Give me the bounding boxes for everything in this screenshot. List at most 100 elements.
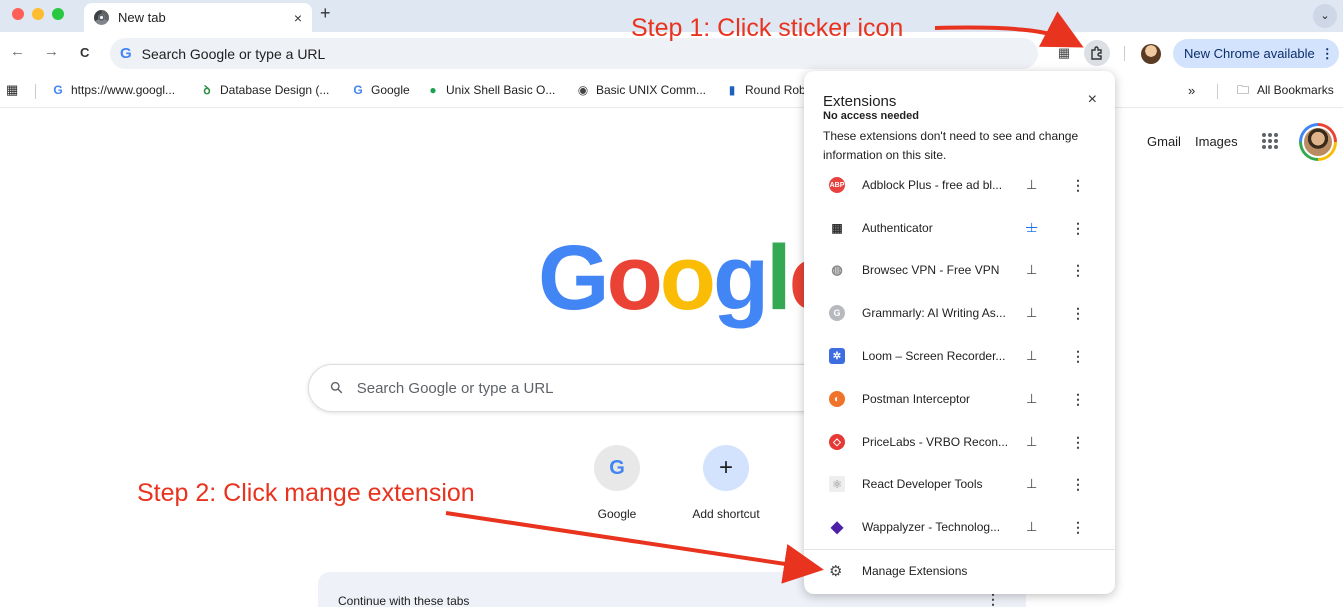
loom-icon: ✲ — [829, 348, 845, 364]
zoom-window-button[interactable] — [52, 8, 64, 20]
tab-close-button[interactable]: × — [294, 10, 302, 26]
adblock-icon: ABP — [829, 177, 845, 193]
all-bookmarks-button[interactable]: 🗀 All Bookmarks — [1235, 83, 1334, 97]
search-icon: ⚲ — [327, 378, 348, 399]
google-g-icon: G — [594, 445, 640, 491]
google-g-icon: G — [53, 83, 63, 97]
extensions-popup: Extensions × No access needed These exte… — [804, 71, 1115, 594]
account-avatar[interactable] — [1299, 123, 1337, 161]
pin-icon[interactable]: ⊥ — [1026, 305, 1037, 321]
toolbar-separator — [1124, 46, 1125, 61]
authenticator-qr-icon[interactable]: ▦ — [1051, 40, 1077, 66]
unix-icon: ● — [429, 83, 437, 97]
chart-icon: ▮ — [728, 83, 736, 97]
chrome-menu-icon[interactable]: ⋮ — [1321, 46, 1334, 62]
reload-button[interactable]: C — [80, 45, 89, 60]
unpin-icon[interactable]: ⊥ — [1026, 220, 1037, 236]
manage-extensions-button[interactable]: ⚙ Manage Extensions — [804, 551, 1115, 591]
tab-title: New tab — [118, 10, 166, 25]
extension-name: Loom – Screen Recorder... — [862, 349, 1006, 363]
update-label: New Chrome available — [1184, 46, 1315, 61]
extension-row[interactable]: ✲ Loom – Screen Recorder... ⊥ ⋮ — [804, 335, 1115, 377]
bookmark-item[interactable]: Ghttps://www.googl... — [51, 83, 175, 97]
minimize-window-button[interactable] — [32, 8, 44, 20]
bookmarks-separator — [1217, 84, 1218, 99]
more-options-icon[interactable]: ⋮ — [1071, 434, 1085, 451]
bookmark-item[interactable]: ● Unix Shell Basic O... — [426, 83, 555, 97]
pricelabs-icon: ◇ — [829, 434, 845, 450]
shortcut-google[interactable]: G Google — [567, 445, 667, 521]
bookmarks-bar: ▦ Ghttps://www.googl... ꝺ Database Design… — [0, 74, 1343, 108]
gmail-link[interactable]: Gmail — [1147, 134, 1181, 149]
bookmark-item[interactable]: ▮ Round Rob — [725, 83, 806, 97]
bookmark-item[interactable]: ◉ Basic UNIX Comm... — [576, 83, 706, 97]
pin-icon[interactable]: ⊥ — [1026, 262, 1037, 278]
profile-avatar-small[interactable] — [1141, 44, 1161, 64]
extension-row[interactable]: G Grammarly: AI Writing As... ⊥ ⋮ — [804, 292, 1115, 334]
shortcut-label: Google — [597, 507, 637, 521]
logo-letter: l — [766, 227, 792, 329]
puzzle-icon — [1091, 46, 1102, 60]
more-options-icon[interactable]: ⋮ — [1071, 220, 1085, 237]
pin-icon[interactable]: ⊥ — [1026, 476, 1037, 492]
extension-row[interactable]: ▦ Authenticator ⊥ ⋮ — [804, 207, 1115, 249]
apps-grid-icon[interactable]: ▦ — [6, 82, 18, 98]
logo-letter: G — [538, 227, 610, 329]
back-button[interactable]: ← — [10, 43, 25, 60]
more-options-icon[interactable]: ⋮ — [1071, 519, 1085, 536]
extension-name: React Developer Tools — [862, 477, 983, 491]
continue-tabs-label: Continue with these tabs — [338, 594, 470, 607]
extension-name: Authenticator — [862, 221, 933, 235]
extension-row[interactable]: ◆ Wappalyzer - Technolog... ⊥ ⋮ — [804, 506, 1115, 548]
gear-icon: ⚙ — [829, 563, 843, 580]
more-options-icon[interactable]: ⋮ — [1071, 476, 1085, 493]
react-icon: ⚛ — [829, 476, 845, 492]
tab-search-button[interactable]: ⌄ — [1313, 4, 1337, 28]
more-options-icon[interactable]: ⋮ — [1071, 305, 1085, 322]
close-popup-button[interactable]: × — [1088, 91, 1097, 109]
bookmark-label: https://www.googl... — [71, 83, 176, 97]
bookmark-item[interactable]: G Google — [351, 83, 410, 97]
wappalyzer-icon: ◆ — [830, 519, 844, 536]
step1-annotation: Step 1: Click sticker icon — [631, 14, 904, 42]
logo-letter: o — [659, 227, 716, 329]
geeksforgeeks-icon: ꝺ — [203, 83, 211, 97]
popup-description: These extensions don't need to see and c… — [823, 129, 1079, 162]
extensions-puzzle-icon[interactable] — [1084, 40, 1110, 66]
popup-subheading: No access needed — [823, 110, 919, 119]
extension-row[interactable]: ◇ PriceLabs - VRBO Recon... ⊥ ⋮ — [804, 421, 1115, 463]
pin-icon[interactable]: ⊥ — [1026, 519, 1037, 535]
forward-button[interactable]: → — [44, 43, 59, 60]
extension-name: Wappalyzer - Technolog... — [862, 520, 1001, 534]
more-options-icon[interactable]: ⋮ — [1071, 348, 1085, 365]
new-tab-button[interactable]: + — [320, 3, 331, 24]
popup-divider — [804, 549, 1115, 550]
bookmark-label: Google — [371, 83, 410, 97]
extension-name: Postman Interceptor — [862, 392, 971, 406]
google-g-icon: G — [353, 83, 363, 97]
more-options-icon[interactable]: ⋮ — [1071, 177, 1085, 194]
google-apps-icon[interactable] — [1262, 133, 1278, 149]
pin-icon[interactable]: ⊥ — [1026, 177, 1037, 193]
pin-icon[interactable]: ⊥ — [1026, 348, 1037, 364]
extension-row[interactable]: ◐ Postman Interceptor ⊥ ⋮ — [804, 378, 1115, 420]
extension-name: Browsec VPN - Free VPN — [862, 263, 1000, 277]
new-chrome-available-button[interactable]: New Chrome available ⋮ — [1173, 39, 1339, 68]
extension-row[interactable]: ⚛ React Developer Tools ⊥ ⋮ — [804, 463, 1115, 505]
more-options-icon[interactable]: ⋮ — [1071, 391, 1085, 408]
add-shortcut-button[interactable]: + Add shortcut — [676, 445, 776, 521]
images-link[interactable]: Images — [1195, 134, 1238, 149]
bookmark-label: Unix Shell Basic O... — [446, 83, 556, 97]
bookmark-item[interactable]: ꝺ Database Design (... — [200, 83, 329, 97]
google-search-input[interactable]: ⚲ Search Google or type a URL — [308, 364, 828, 412]
more-options-icon[interactable]: ⋮ — [1071, 262, 1085, 279]
extension-row[interactable]: ◍ Browsec VPN - Free VPN ⊥ ⋮ — [804, 249, 1115, 291]
pin-icon[interactable]: ⊥ — [1026, 434, 1037, 450]
extension-row[interactable]: ABP Adblock Plus - free ad bl... ⊥ ⋮ — [804, 164, 1115, 206]
tab-new-tab[interactable]: New tab × — [84, 3, 312, 32]
all-bookmarks-label: All Bookmarks — [1257, 83, 1334, 97]
pin-icon[interactable]: ⊥ — [1026, 391, 1037, 407]
extension-name: Grammarly: AI Writing As... — [862, 306, 1006, 320]
bookmarks-overflow-button[interactable]: » — [1188, 83, 1195, 98]
close-window-button[interactable] — [12, 8, 24, 20]
